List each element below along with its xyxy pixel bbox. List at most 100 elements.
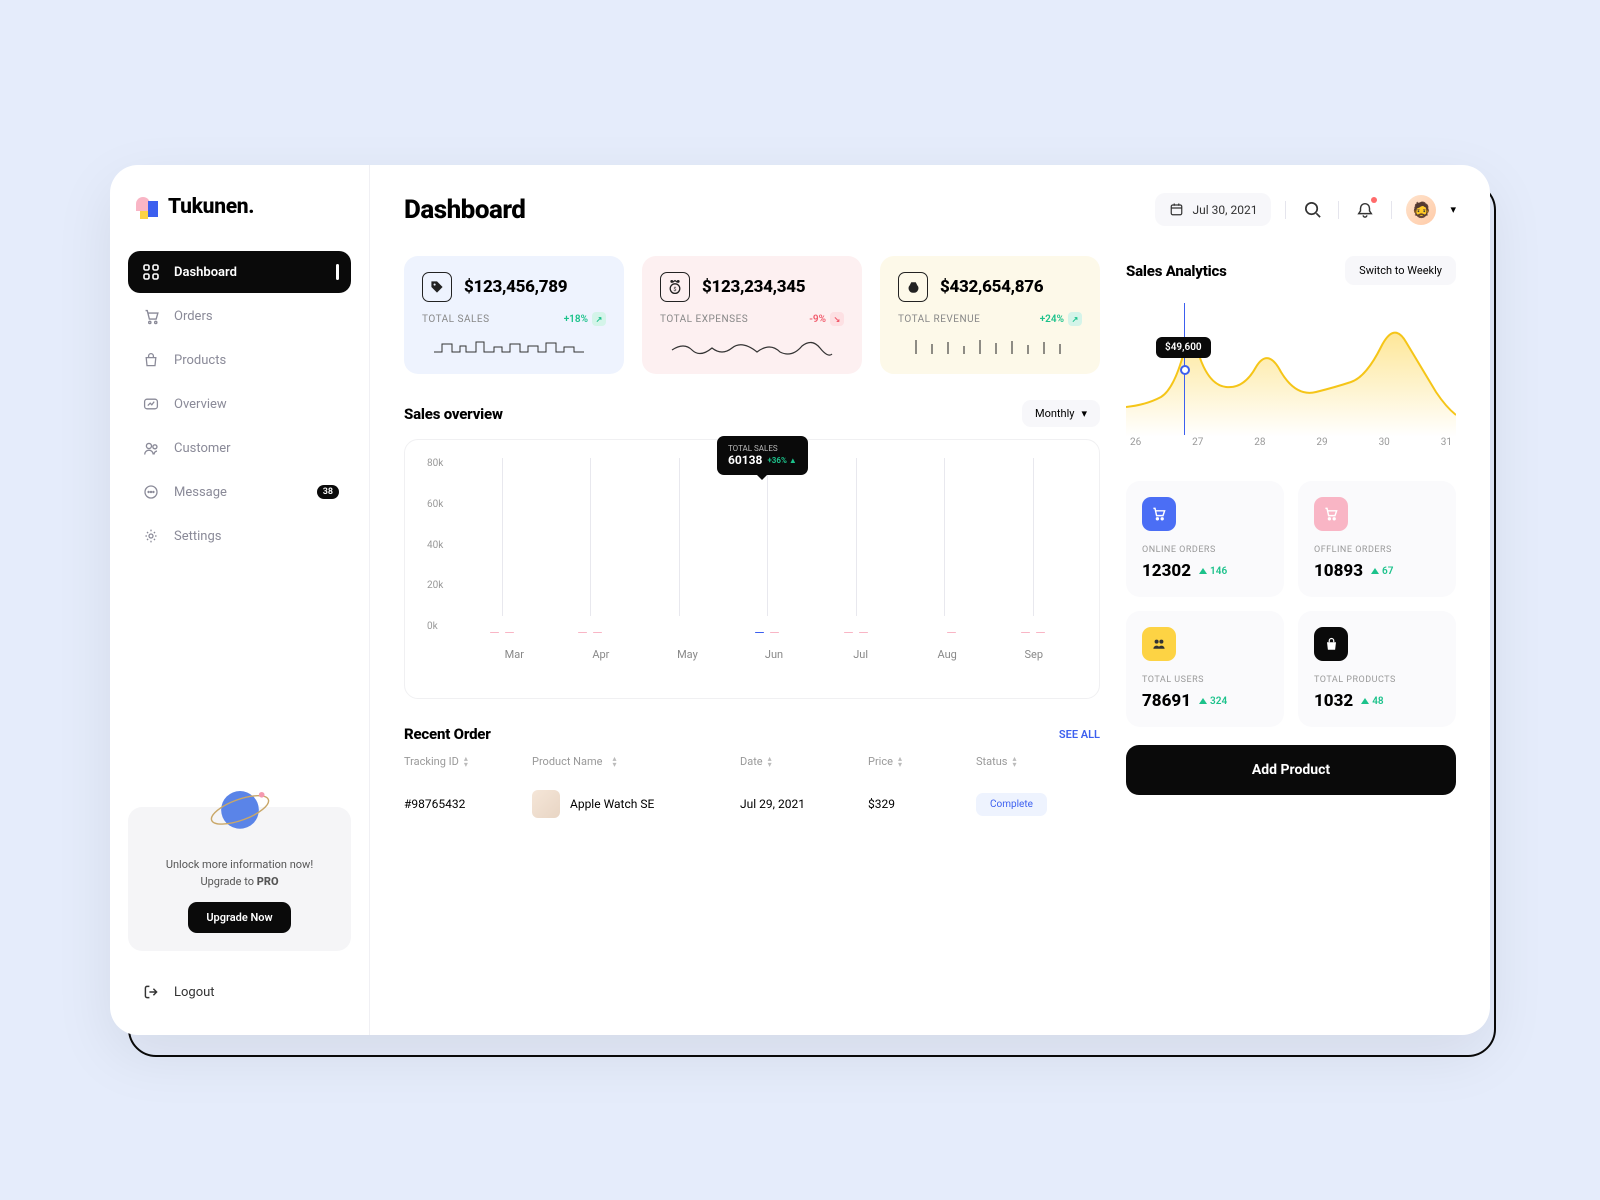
col-price[interactable]: Price▴▾ [868, 755, 968, 768]
sort-icon: ▴▾ [613, 756, 617, 767]
gear-icon [142, 527, 160, 545]
col-tracking[interactable]: Tracking ID▴▾ [404, 755, 524, 768]
cart-icon [1142, 497, 1176, 531]
stat-delta: +24%↗ [1040, 312, 1082, 326]
col-product[interactable]: Product Name▴▾ [532, 755, 732, 768]
analytics-x-axis: 262728293031 [1126, 437, 1456, 448]
table-row[interactable]: #98765432 Apple Watch SE Jul 29, 2021 $3… [404, 780, 1100, 828]
sidebar-item-label: Message [174, 485, 227, 500]
svg-text:$: $ [673, 286, 676, 293]
mini-label: ONLINE ORDERS [1142, 545, 1268, 555]
caret-down-icon: ▾ [1081, 407, 1087, 420]
mini-label: TOTAL USERS [1142, 675, 1268, 685]
sidebar-item-label: Dashboard [174, 265, 237, 280]
notifications-button[interactable] [1353, 198, 1377, 222]
cell-price: $329 [868, 797, 968, 811]
sidebar-item-dashboard[interactable]: Dashboard [128, 251, 351, 293]
brand-name: Tukunen. [168, 195, 254, 219]
trend-up-icon: ↗ [592, 312, 606, 326]
avatar[interactable]: 🧔 [1406, 195, 1436, 225]
logout-icon [142, 983, 160, 1001]
col-status[interactable]: Status▴▾ [976, 755, 1076, 768]
upgrade-text: Unlock more information now! Upgrade to … [144, 857, 335, 890]
x-axis: MarAprMayJunJulAugSep [427, 648, 1077, 661]
sidebar-item-label: Customer [174, 441, 231, 456]
cell-date: Jul 29, 2021 [740, 797, 860, 811]
brand-logo[interactable]: Tukunen. [128, 195, 351, 219]
analytics-tooltip: $49,600 [1156, 337, 1211, 358]
col-date[interactable]: Date▴▾ [740, 755, 860, 768]
stat-card-sales: $123,456,789 TOTAL SALES +18%↗ [404, 256, 624, 374]
stat-label: TOTAL REVENUE [898, 314, 980, 325]
mini-value: 10893 [1314, 561, 1363, 581]
sparkline [898, 334, 1082, 360]
stat-delta: +18%↗ [564, 312, 606, 326]
sort-icon: ▴▾ [768, 756, 772, 767]
mini-delta: 48 [1361, 696, 1383, 707]
logo-icon [136, 195, 160, 219]
date-value: Jul 30, 2021 [1193, 203, 1258, 217]
mini-label: TOTAL PRODUCTS [1314, 675, 1440, 685]
sidebar-item-overview[interactable]: Overview [128, 383, 351, 425]
moneybag-icon: $ [660, 272, 690, 302]
table-header: Tracking ID▴▾ Product Name▴▾ Date▴▾ Pric… [404, 743, 1100, 780]
sparkline [660, 334, 844, 360]
overview-title: Sales overview [404, 405, 503, 423]
sidebar-item-customer[interactable]: Customer [128, 427, 351, 469]
sidebar-item-products[interactable]: Products [128, 339, 351, 381]
sparkline [422, 334, 606, 360]
chart-tooltip: TOTAL SALES 60138+36% ▲ [717, 436, 808, 475]
sort-icon: ▴▾ [1012, 756, 1016, 767]
search-button[interactable] [1300, 198, 1324, 222]
sidebar-item-message[interactable]: Message 38 [128, 471, 351, 513]
trend-down-icon: ↘ [830, 312, 844, 326]
add-product-button[interactable]: Add Product [1126, 745, 1456, 795]
mini-delta: 324 [1199, 696, 1227, 707]
mini-value: 12302 [1142, 561, 1191, 581]
users-icon [1142, 627, 1176, 661]
stat-label: TOTAL EXPENSES [660, 314, 748, 325]
cart-icon [142, 307, 160, 325]
switch-period[interactable]: Switch to Weekly [1345, 256, 1456, 285]
calendar-icon [1169, 202, 1184, 217]
mini-delta: 146 [1199, 566, 1227, 577]
bell-icon [1356, 201, 1374, 219]
mini-value: 1032 [1314, 691, 1353, 711]
sort-icon: ▴▾ [464, 756, 468, 767]
mini-delta: 67 [1371, 566, 1393, 577]
sidebar-item-settings[interactable]: Settings [128, 515, 351, 557]
date-picker[interactable]: Jul 30, 2021 [1155, 193, 1272, 226]
users-icon [142, 439, 160, 457]
status-badge: Complete [976, 793, 1047, 816]
sidebar-item-label: Settings [174, 529, 221, 544]
logout-button[interactable]: Logout [128, 973, 351, 1011]
mini-label: OFFLINE ORDERS [1314, 545, 1440, 555]
cart-icon [1314, 497, 1348, 531]
sales-overview-chart: TOTAL SALES 60138+36% ▲ 80k 60k 40k 20k … [404, 439, 1100, 699]
sidebar-item-orders[interactable]: Orders [128, 295, 351, 337]
chart-icon [142, 395, 160, 413]
see-all-link[interactable]: SEE ALL [1059, 728, 1100, 741]
search-icon [1303, 200, 1322, 219]
upgrade-button[interactable]: Upgrade Now [188, 902, 290, 933]
stat-value: $432,654,876 [940, 277, 1043, 297]
bag-icon [1314, 627, 1348, 661]
sort-icon: ▴▾ [898, 756, 902, 767]
stat-card-revenue: $432,654,876 TOTAL REVENUE +24%↗ [880, 256, 1100, 374]
planet-icon [207, 779, 273, 837]
sidebar-item-label: Products [174, 353, 226, 368]
recent-title: Recent Order [404, 725, 491, 743]
stat-card-expenses: $ $123,234,345 TOTAL EXPENSES -9%↘ [642, 256, 862, 374]
logout-label: Logout [174, 985, 215, 1000]
message-badge: 38 [317, 485, 339, 499]
upgrade-card: Unlock more information now! Upgrade to … [128, 807, 351, 951]
bag-icon [142, 351, 160, 369]
sidebar-item-label: Orders [174, 309, 213, 324]
analytics-title: Sales Analytics [1126, 262, 1227, 280]
period-selector[interactable]: Monthly▾ [1022, 400, 1100, 427]
stat-value: $123,234,345 [702, 277, 805, 297]
sidebar-item-label: Overview [174, 397, 227, 412]
mini-card-total-users: TOTAL USERS 78691324 [1126, 611, 1284, 727]
stat-label: TOTAL SALES [422, 314, 490, 325]
caret-down-icon[interactable]: ▾ [1450, 203, 1456, 216]
